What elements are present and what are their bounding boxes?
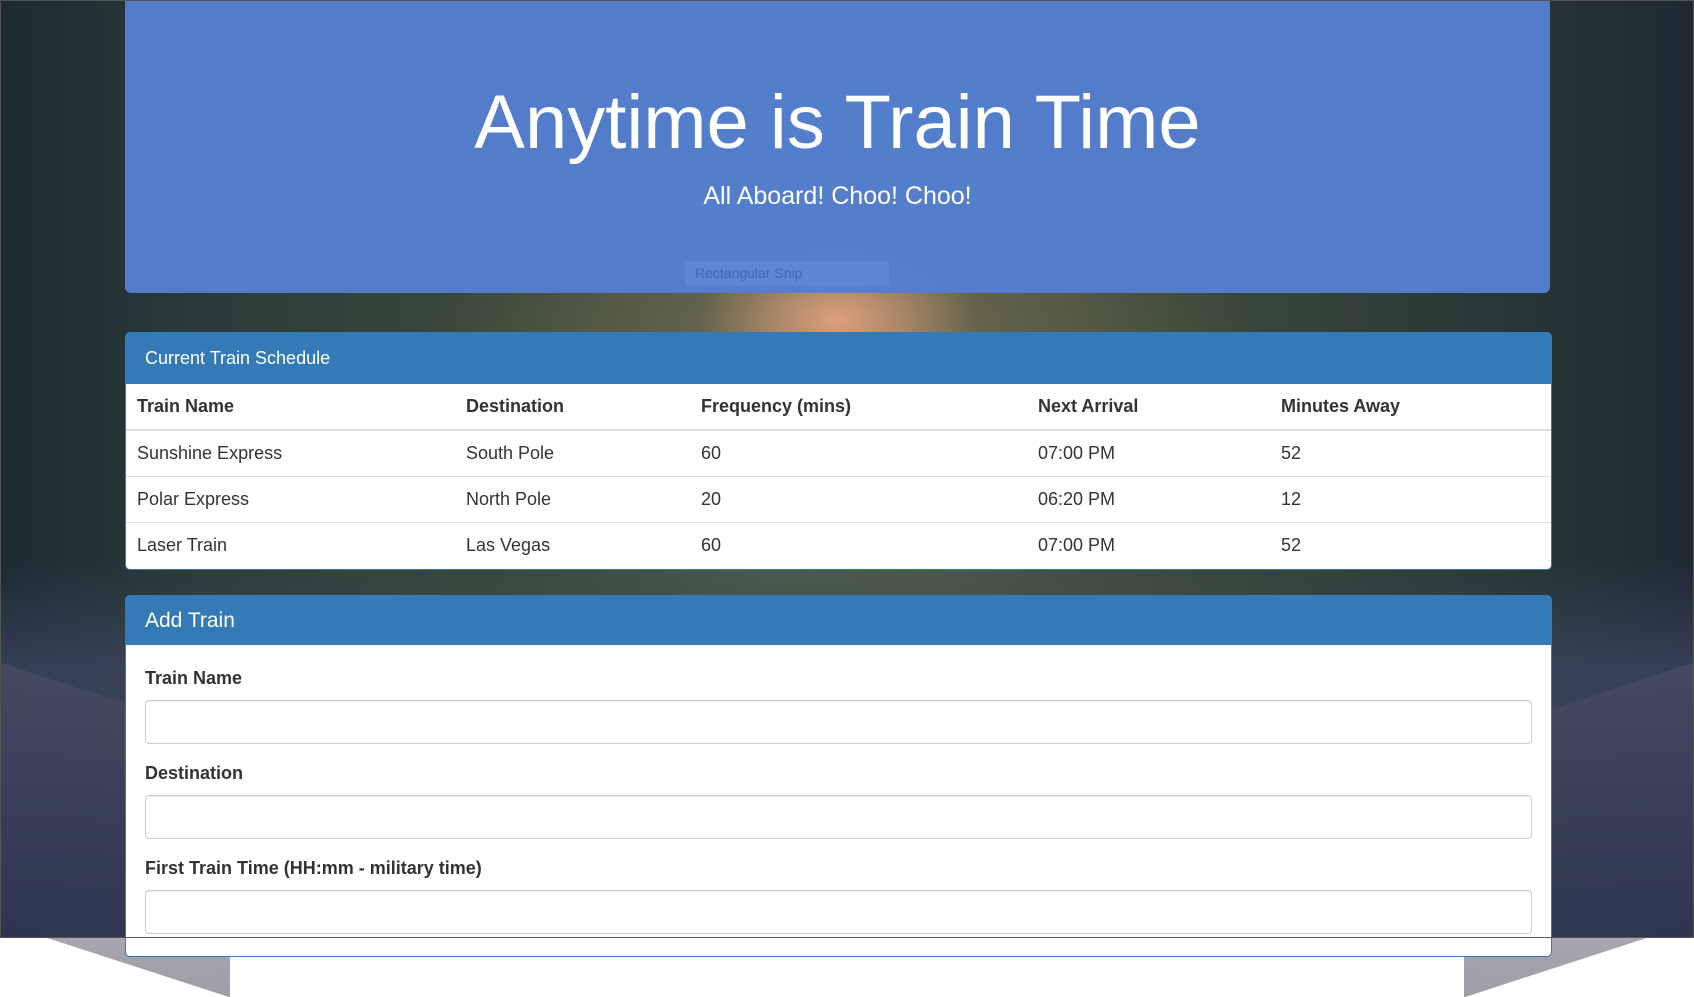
cell-frequency: 60 [690, 429, 1027, 477]
table-row: Polar Express North Pole 20 06:20 PM 12 [126, 476, 1551, 523]
cell-minutes-away: 12 [1270, 476, 1551, 523]
cell-minutes-away: 52 [1270, 522, 1551, 568]
column-header-next-arrival: Next Arrival [1027, 384, 1270, 431]
form-group-destination: Destination [145, 759, 1532, 839]
table-row: Sunshine Express South Pole 60 07:00 PM … [126, 429, 1551, 477]
column-header-destination: Destination [455, 384, 690, 431]
train-name-label: Train Name [145, 668, 243, 688]
page-subtitle: All Aboard! Choo! Choo! [703, 182, 972, 210]
cell-next-arrival: 07:00 PM [1027, 429, 1270, 477]
column-header-frequency: Frequency (mins) [690, 384, 1027, 431]
table-row: Laser Train Las Vegas 60 07:00 PM 52 [126, 522, 1551, 568]
form-group-first-train-time: First Train Time (HH:mm - military time) [145, 854, 1532, 934]
add-train-heading-text: Add Train [145, 609, 235, 632]
snip-overlay-ghost: Rectangular Snip [685, 261, 889, 286]
column-header-train-name: Train Name [126, 384, 455, 431]
train-name-input[interactable] [145, 700, 1532, 744]
cell-next-arrival: 06:20 PM [1027, 476, 1270, 523]
cell-train-name: Laser Train [126, 522, 455, 568]
schedule-header-row: Train Name Destination Frequency (mins) … [126, 384, 1551, 431]
add-train-form: Train Name Destination First Train Time … [126, 664, 1551, 934]
schedule-table: Train Name Destination Frequency (mins) … [126, 384, 1551, 568]
first-train-time-input[interactable] [145, 890, 1532, 934]
page-title: Anytime is Train Time [474, 80, 1201, 165]
cell-destination: Las Vegas [455, 522, 690, 568]
cell-destination: North Pole [455, 476, 690, 523]
destination-label: Destination [145, 763, 244, 783]
schedule-panel-heading: Current Train Schedule [126, 333, 1551, 384]
form-group-train-name: Train Name [145, 664, 1532, 744]
column-header-minutes-away: Minutes Away [1270, 384, 1551, 431]
add-train-panel-heading: Add Train [126, 596, 1551, 645]
snip-overlay-label: Rectangular Snip [695, 265, 803, 281]
add-train-panel: Add Train Train Name Destination First T… [125, 595, 1552, 957]
cell-frequency: 60 [690, 522, 1027, 568]
cell-next-arrival: 07:00 PM [1027, 522, 1270, 568]
cell-train-name: Polar Express [126, 476, 455, 523]
destination-input[interactable] [145, 795, 1532, 839]
cell-train-name: Sunshine Express [126, 429, 455, 477]
schedule-panel: Current Train Schedule Train Name Destin… [125, 332, 1552, 570]
cell-frequency: 20 [690, 476, 1027, 523]
schedule-heading-text: Current Train Schedule [145, 348, 331, 368]
jumbotron: Anytime is Train Time All Aboard! Choo! … [125, 0, 1550, 293]
cell-destination: South Pole [455, 429, 690, 477]
cell-minutes-away: 52 [1270, 429, 1551, 477]
first-train-time-label: First Train Time (HH:mm - military time) [145, 858, 482, 878]
